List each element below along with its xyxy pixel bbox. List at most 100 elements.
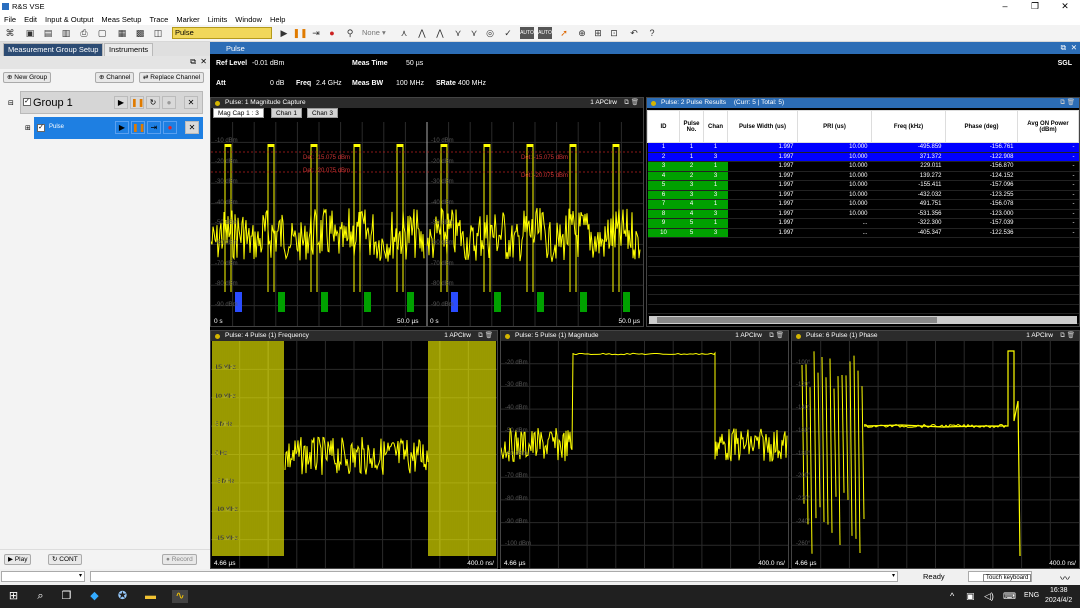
subtab-mag-cap[interactable]: Mag Cap 1 : 3 <box>213 108 264 118</box>
save-icon[interactable]: ▣ <box>24 27 36 39</box>
col-phase[interactable]: Phase (deg) <box>945 110 1018 143</box>
channel-tab-pulse[interactable]: Pulse <box>226 44 245 53</box>
measurement-select[interactable]: Pulse <box>172 27 272 39</box>
table-row[interactable]: 5 3 1 1.997 10.000 -155.411 -157.096- <box>647 180 1079 191</box>
group-row[interactable]: ✓ Group 1 ▶ ❚❚ ↻ ● ✕ <box>20 91 203 114</box>
channel-undock-icon[interactable]: ⧉ <box>1061 43 1066 53</box>
group-record-button[interactable]: ● <box>162 96 176 109</box>
replace-channel-button[interactable]: ⇄ Replace Channel <box>139 72 205 83</box>
window-pulse-frequency[interactable]: Pulse: 4 Pulse (1) Frequency 1 APClrw ⧉ 🗑 … <box>210 330 498 569</box>
marker-next-icon[interactable]: ⋀ <box>434 27 446 39</box>
meas-time-value[interactable]: 50 µs <box>406 60 423 67</box>
status-dropdown-left[interactable]: ▾ <box>1 571 85 582</box>
task-view-icon[interactable]: ❐ <box>60 590 73 603</box>
window-6-controls-icon[interactable]: ⧉ 🗑 <box>1060 331 1075 341</box>
subtab-chan-3[interactable]: Chan 3 <box>307 108 338 118</box>
magnitude-capture-plot[interactable]: -10 dBm -20 dBm -30 dBm -40 dBm -50 dBm -60 d… <box>211 122 643 326</box>
table-row[interactable]: 2 1 3 1.997 10.000 371.372 -122.908- <box>647 152 1079 162</box>
run-icon[interactable]: ▶ <box>278 27 290 39</box>
att-value[interactable]: 0 dB <box>270 80 284 87</box>
measurement-config-icon[interactable]: ⌘ <box>4 27 16 39</box>
status-message-field[interactable]: ▾ <box>90 571 898 582</box>
table-scroll-thumb[interactable] <box>657 317 937 323</box>
col-id[interactable]: ID <box>647 110 680 143</box>
pointer-icon[interactable]: ➚ <box>558 27 570 39</box>
channel-play-button[interactable]: ▶ <box>115 121 129 134</box>
channel-row-pulse[interactable]: ✓ Pulse ▶ ❚❚ ⇥ ● ✕ <box>34 117 203 139</box>
zoom-area-icon[interactable]: ⊞ <box>592 27 604 39</box>
tab-instruments[interactable]: Instruments <box>104 43 154 56</box>
window-magnitude-capture[interactable]: Pulse: 1 Magnitude Capture 1 APClrw ⧉ 🗑 Ma… <box>210 97 644 327</box>
col-freq[interactable]: Freq (kHz) <box>871 110 946 143</box>
pulse-frequency-plot[interactable]: 15 MHz 10 MHz 5 MHz 0 Hz -5 MHz -10 MHz -15 MH… <box>211 341 497 568</box>
network-icon[interactable]: ▣ <box>966 591 975 602</box>
screenshot-icon[interactable]: ▢ <box>96 27 108 39</box>
window-5-controls-icon[interactable]: ⧉ 🗑 <box>769 331 784 341</box>
layout-icon[interactable]: ▦ <box>116 27 128 39</box>
print-icon[interactable]: ⎙ <box>78 27 90 39</box>
undo-icon[interactable]: ↶ <box>628 27 640 39</box>
cont-button[interactable]: ↻ CONT <box>48 554 82 565</box>
table-row[interactable]: 9 5 1 1.997... -322.300 -157.039- <box>647 218 1079 229</box>
minimize-button[interactable]: – <box>990 0 1020 13</box>
clock-date[interactable]: 2024/4/2 <box>1045 597 1072 604</box>
channel-checkbox[interactable]: ✓ <box>37 124 45 132</box>
auto-set-icon[interactable]: AUTO <box>538 27 552 39</box>
srate-value[interactable]: 400 MHz <box>458 80 486 87</box>
col-chan[interactable]: Chan <box>703 110 728 143</box>
window-pulse-phase[interactable]: Pulse: 6 Pulse (1) Phase 1 APClrw ⧉ 🗑 -100… <box>791 330 1080 569</box>
menu-marker[interactable]: Marker <box>172 13 203 24</box>
table-row[interactable]: 3 2 1 1.997 10.000 229.011 -156.870- <box>647 161 1079 172</box>
marker-reset-icon[interactable]: ◎ <box>484 27 496 39</box>
window-4-controls-icon[interactable]: ⧉ 🗑 <box>478 331 493 341</box>
meas-bw-value[interactable]: 100 MHz <box>396 80 424 87</box>
group-play-button[interactable]: ▶ <box>114 96 128 109</box>
keyboard-icon[interactable]: ⌨ <box>1003 591 1016 602</box>
pulse-magnitude-plot[interactable]: -20 dBm -30 dBm -40 dBm -50 dBm -60 dBm -70 d… <box>501 341 788 568</box>
wave-icon[interactable]: 〰 <box>1060 570 1070 585</box>
play-button[interactable]: ▶ Play <box>4 554 32 565</box>
marker-left-icon[interactable]: ⋎ <box>452 27 464 39</box>
none-dropdown[interactable]: None ▾ <box>362 27 392 39</box>
menu-edit[interactable]: Edit <box>20 13 41 24</box>
zoom-reset-icon[interactable]: ⊡ <box>608 27 620 39</box>
col-pulse-width[interactable]: Pulse Width (us) <box>727 110 798 143</box>
restore-button[interactable]: ❐ <box>1020 0 1050 13</box>
marker-table-icon[interactable]: ✓ <box>502 27 514 39</box>
menu-trace[interactable]: Trace <box>145 13 172 24</box>
ref-level-value[interactable]: -0.01 dBm <box>252 60 284 67</box>
close-button[interactable]: ✕ <box>1050 0 1080 13</box>
channel-button[interactable]: ⊕ Channel <box>95 72 135 83</box>
channel-close-icon[interactable]: ✕ <box>1071 43 1077 52</box>
table-row[interactable]: 8 4 3 1.997 10.000 -531.356 -123.000- <box>647 209 1079 219</box>
group-repeat-button[interactable]: ↻ <box>146 96 160 109</box>
marker-right-icon[interactable]: ⋎ <box>468 27 480 39</box>
table-scrollbar[interactable] <box>649 316 1077 324</box>
marker-peak-icon[interactable]: ⋀ <box>416 27 428 39</box>
pulse-phase-plot[interactable]: -100° -120° -140° -160° -180° -200° -220° -240°… <box>792 341 1079 568</box>
taskbar-search-icon[interactable]: ⌕ <box>34 590 47 603</box>
new-group-button[interactable]: ⊕ New Group <box>3 72 52 83</box>
undock-icon[interactable]: ⧉ <box>190 57 196 67</box>
volume-icon[interactable]: ◁) <box>984 591 994 602</box>
col-avg-on-power[interactable]: Avg ON Power (dBm) <box>1017 110 1079 143</box>
menu-file[interactable]: File <box>0 13 20 24</box>
panel-close-icon[interactable]: ✕ <box>200 57 207 66</box>
record-button[interactable]: ● Record <box>162 554 197 565</box>
taskbar-app-icon-1[interactable]: ◆ <box>88 590 101 603</box>
group-delete-button[interactable]: ✕ <box>184 96 198 109</box>
subtab-chan-1[interactable]: Chan 1 <box>271 108 302 118</box>
help-icon[interactable]: ? <box>646 27 658 39</box>
marker-icon[interactable]: ⚲ <box>344 27 356 39</box>
col-pri[interactable]: PRI (us) <box>797 110 872 143</box>
col-pulse-no[interactable]: Pulse No. <box>679 110 704 143</box>
menu-meas-setup[interactable]: Meas Setup <box>97 13 145 24</box>
channel-record-button[interactable]: ● <box>163 121 177 134</box>
window-pulse-results[interactable]: Pulse: 2 Pulse Results (Curr: 5 | Total:… <box>646 97 1080 327</box>
add-window-icon[interactable]: ◫ <box>152 27 164 39</box>
window-layout-icon[interactable]: ▩ <box>134 27 146 39</box>
pause-icon[interactable]: ❚❚ <box>292 27 307 39</box>
channel-pause-button[interactable]: ❚❚ <box>131 121 145 134</box>
channel-single-button[interactable]: ⇥ <box>147 121 161 134</box>
clock-time[interactable]: 16:38 <box>1050 587 1068 594</box>
